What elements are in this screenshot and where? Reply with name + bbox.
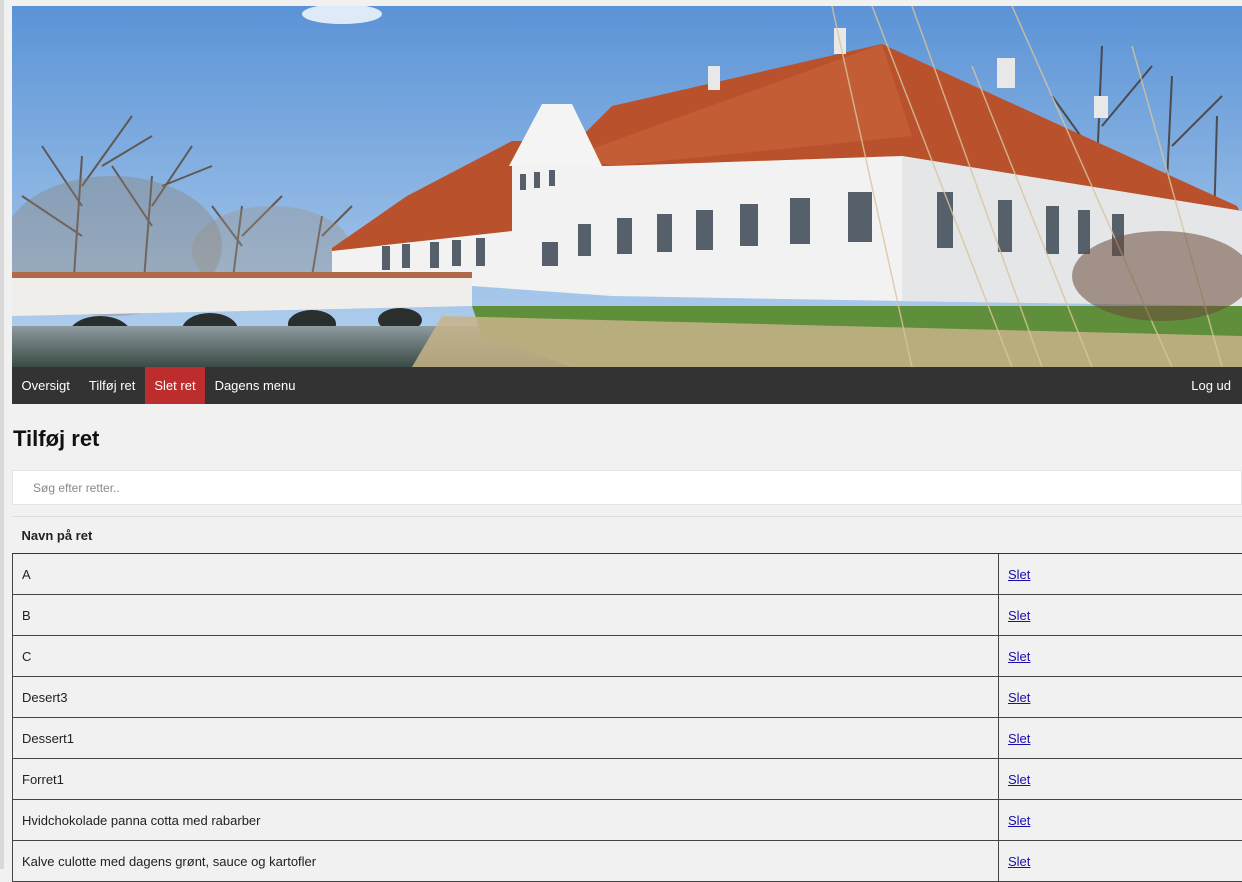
table-row: Desert3 Slet <box>13 677 1242 718</box>
table-row: A Slet <box>13 554 1242 595</box>
nav-oversigt[interactable]: Oversigt <box>12 367 79 404</box>
nav-slet-ret[interactable]: Slet ret <box>145 367 205 404</box>
page-title: Tilføj ret <box>12 404 1242 470</box>
row-action-cell: Slet <box>999 595 1242 636</box>
table-row: Forret1 Slet <box>13 759 1242 800</box>
dish-name: A <box>13 554 999 595</box>
dish-name: Dessert1 <box>13 718 999 759</box>
row-action-cell: Slet <box>999 554 1242 595</box>
row-action-cell: Slet <box>999 677 1242 718</box>
dish-name: Forret1 <box>13 759 999 800</box>
delete-link[interactable]: Slet <box>1008 772 1030 787</box>
delete-link[interactable]: Slet <box>1008 608 1030 623</box>
nav-right: Log ud <box>1182 367 1242 404</box>
banner-image <box>12 6 1242 367</box>
dish-name: Kalve culotte med dagens grønt, sauce og… <box>13 841 999 882</box>
logout-link[interactable]: Log ud <box>1182 367 1242 404</box>
row-action-cell: Slet <box>999 759 1242 800</box>
table-row: Hvidchokolade panna cotta med rabarber S… <box>13 800 1242 841</box>
nav-tilfoej-ret[interactable]: Tilføj ret <box>79 367 144 404</box>
dish-name: B <box>13 595 999 636</box>
dish-name: C <box>13 636 999 677</box>
table-row: Dessert1 Slet <box>13 718 1242 759</box>
row-action-cell: Slet <box>999 636 1242 677</box>
row-action-cell: Slet <box>999 718 1242 759</box>
delete-link[interactable]: Slet <box>1008 567 1030 582</box>
left-border <box>0 0 4 869</box>
table-row: C Slet <box>13 636 1242 677</box>
delete-link[interactable]: Slet <box>1008 813 1030 828</box>
page: Oversigt Tilføj ret Slet ret Dagens menu… <box>12 6 1242 882</box>
nav-dagens-menu[interactable]: Dagens menu <box>205 367 305 404</box>
delete-link[interactable]: Slet <box>1008 731 1030 746</box>
table-row: Kalve culotte med dagens grønt, sauce og… <box>13 841 1242 882</box>
table-header-row: Navn på ret <box>13 517 1242 554</box>
dish-name: Hvidchokolade panna cotta med rabarber <box>13 800 999 841</box>
delete-link[interactable]: Slet <box>1008 854 1030 869</box>
top-navbar: Oversigt Tilføj ret Slet ret Dagens menu… <box>12 367 1242 404</box>
row-action-cell: Slet <box>999 800 1242 841</box>
delete-link[interactable]: Slet <box>1008 649 1030 664</box>
nav-links: Oversigt Tilføj ret Slet ret Dagens menu <box>12 367 305 404</box>
row-action-cell: Slet <box>999 841 1242 882</box>
dish-name: Desert3 <box>13 677 999 718</box>
search-input[interactable] <box>12 470 1242 505</box>
dishes-table: Navn på ret A Slet B Slet C Slet Desert3… <box>12 516 1242 882</box>
table-row: B Slet <box>13 595 1242 636</box>
column-header-name: Navn på ret <box>13 517 1242 554</box>
delete-link[interactable]: Slet <box>1008 690 1030 705</box>
